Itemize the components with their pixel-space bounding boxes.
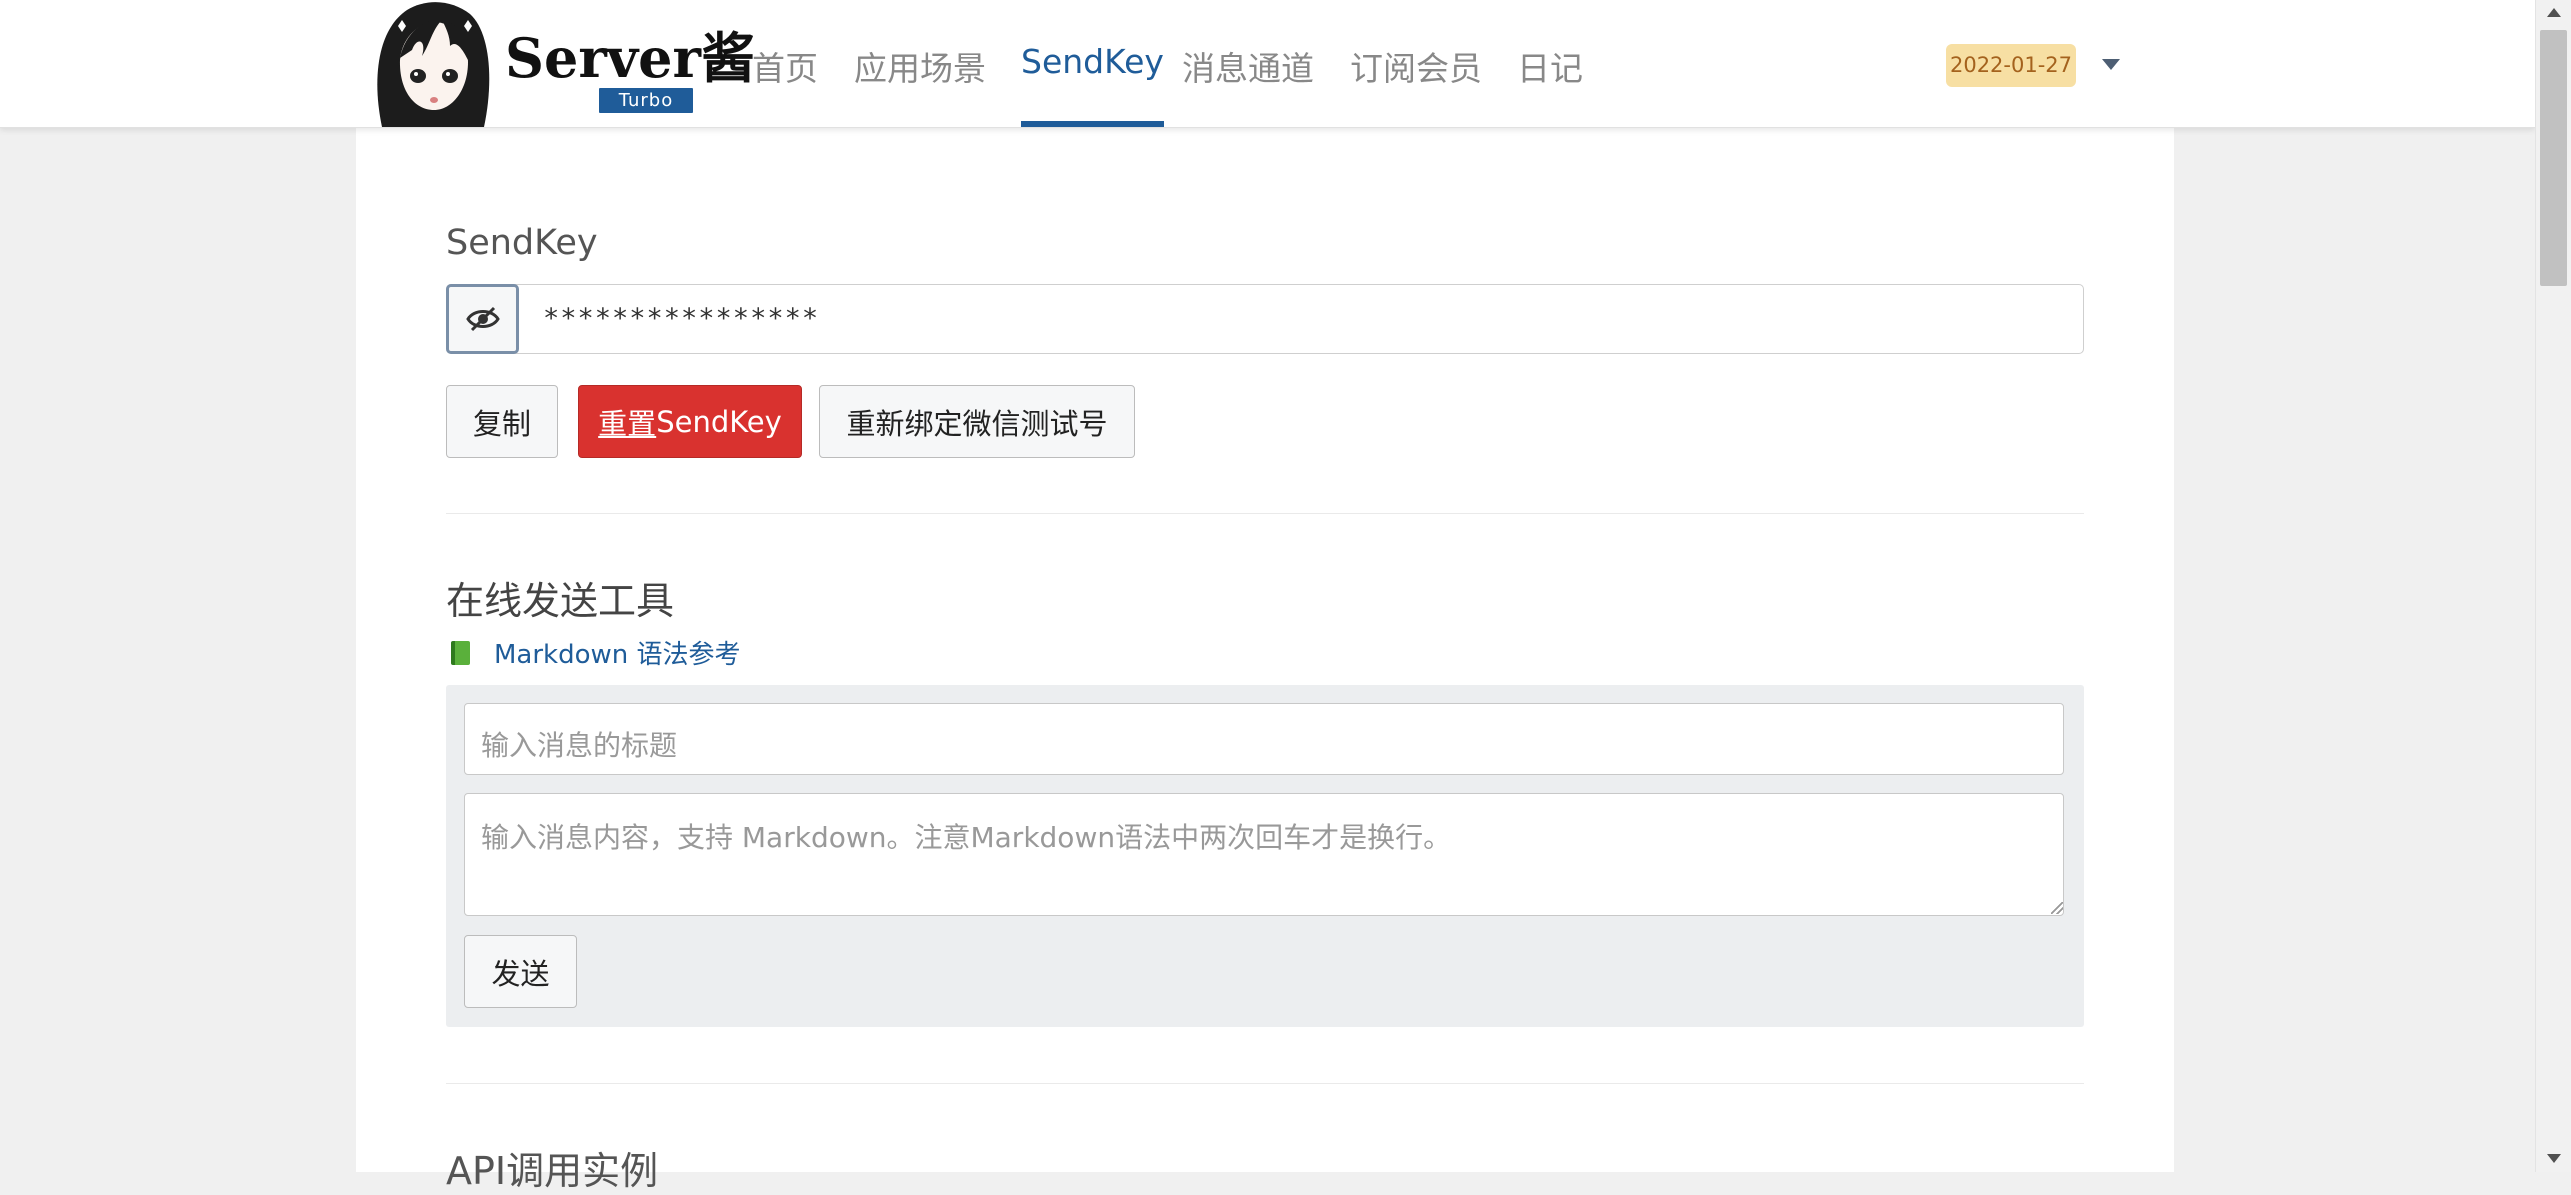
brand-name: Server酱 bbox=[505, 26, 755, 90]
main-content: SendKey **************** 复制 重置 SendKey 重新… bbox=[356, 128, 2174, 1193]
divider bbox=[446, 1083, 2084, 1084]
api-example-title: API调用实例 bbox=[446, 1149, 659, 1193]
sendkey-input-group: **************** bbox=[446, 284, 2084, 354]
scroll-up-arrow-icon[interactable] bbox=[2547, 8, 2561, 17]
nav-diary[interactable]: 日记 bbox=[1517, 42, 1583, 127]
site-logo[interactable]: Server酱 Turbo bbox=[372, 0, 755, 127]
sendkey-value[interactable]: **************** bbox=[543, 303, 819, 334]
rebind-wechat-button[interactable]: 重新绑定微信测试号 bbox=[819, 385, 1135, 458]
nav-scenarios[interactable]: 应用场景 bbox=[854, 42, 986, 127]
send-tool-panel: 输入消息的标题 输入消息内容，支持 Markdown。注意Markdown语法中… bbox=[446, 685, 2084, 1027]
turbo-badge: Turbo bbox=[599, 88, 693, 113]
markdown-reference-link[interactable]: Markdown 语法参考 bbox=[451, 634, 741, 671]
reset-button-prefix: 重置 bbox=[598, 406, 657, 441]
message-title-input[interactable]: 输入消息的标题 bbox=[464, 703, 2064, 775]
online-tool-title: 在线发送工具 bbox=[446, 579, 675, 623]
date-badge[interactable]: 2022-01-27 bbox=[1946, 44, 2076, 87]
scroll-down-arrow-icon[interactable] bbox=[2547, 1154, 2561, 1163]
divider bbox=[446, 513, 2084, 514]
message-body-textarea[interactable]: 输入消息内容，支持 Markdown。注意Markdown语法中两次回车才是换行… bbox=[464, 793, 2064, 916]
markdown-link-text: Markdown 语法参考 bbox=[494, 640, 741, 670]
reset-sendkey-button[interactable]: 重置 SendKey bbox=[578, 385, 802, 458]
textarea-resize-handle-icon[interactable] bbox=[2051, 902, 2063, 914]
send-button[interactable]: 发送 bbox=[464, 935, 577, 1008]
top-navbar: Server酱 Turbo 首页 应用场景 SendKey 消息通道 订阅会员 … bbox=[0, 0, 2535, 128]
scrollbar-thumb[interactable] bbox=[2540, 30, 2567, 286]
nav-channels[interactable]: 消息通道 bbox=[1182, 42, 1314, 127]
sendkey-label: SendKey bbox=[446, 223, 598, 263]
user-dropdown-caret-icon[interactable] bbox=[2102, 59, 2120, 70]
copy-button[interactable]: 复制 bbox=[446, 385, 558, 458]
eye-slash-icon bbox=[465, 306, 500, 332]
nav-home[interactable]: 首页 bbox=[752, 42, 818, 127]
mascot-avatar-icon bbox=[377, 2, 490, 127]
green-book-icon bbox=[451, 640, 470, 665]
nav-sendkey[interactable]: SendKey bbox=[1021, 42, 1164, 127]
vertical-scrollbar[interactable] bbox=[2535, 0, 2571, 1172]
toggle-visibility-button[interactable] bbox=[446, 284, 519, 354]
nav-membership[interactable]: 订阅会员 bbox=[1350, 42, 1482, 127]
reset-button-suffix: SendKey bbox=[656, 404, 782, 439]
